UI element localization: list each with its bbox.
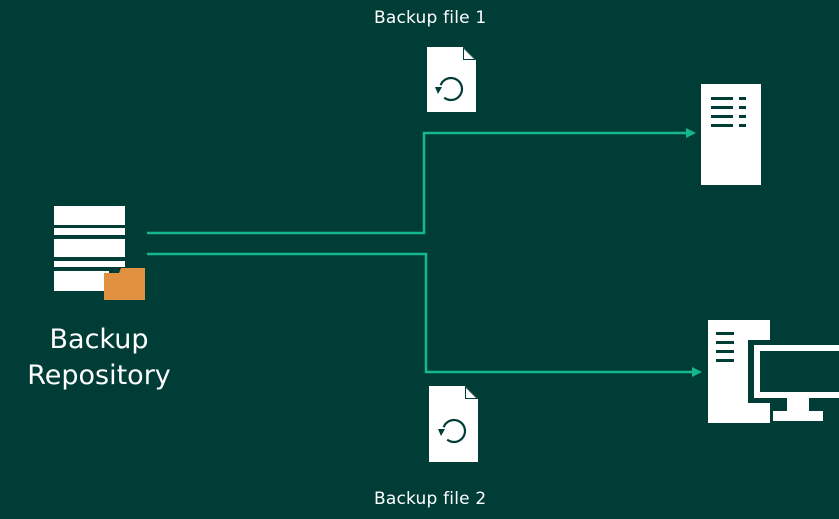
restore-file-icon-1: [427, 47, 476, 112]
repository-label: Backup Repository: [14, 322, 184, 394]
diagram-canvas: Backup file 1 Backup file 2 Backup Repos…: [0, 0, 839, 519]
repository-label-line2: Repository: [27, 360, 171, 391]
desktop-computer-icon: [708, 320, 839, 423]
repository-label-line1: Backup: [49, 324, 149, 355]
backup-file-1-label: Backup file 1: [374, 8, 487, 28]
restore-file-icon-2: [429, 386, 478, 462]
connector-to-server: [147, 128, 696, 235]
diagram-svg: [54, 47, 839, 462]
connector-to-desktop: [147, 252, 702, 377]
server-stack-with-folder-icon: [54, 206, 145, 300]
backup-file-2-label: Backup file 2: [374, 489, 487, 509]
server-tower-icon: [701, 84, 761, 185]
